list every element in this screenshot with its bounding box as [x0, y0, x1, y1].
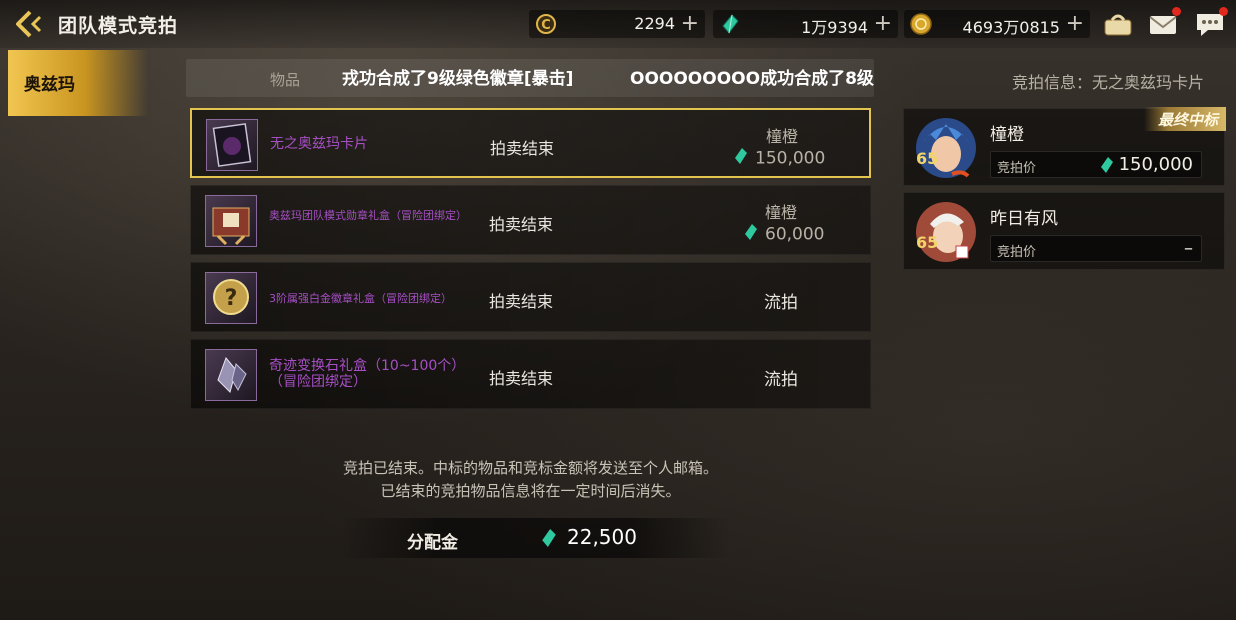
- gold-coin-icon: [910, 13, 932, 35]
- chat-notification-dot: [1219, 7, 1228, 16]
- header-item-column: 物品: [270, 71, 301, 89]
- bidder-card: 65 昨日有风 竞拍价 –: [903, 192, 1225, 270]
- auction-row[interactable]: 奥兹玛团队模式勋章礼盒（冒险团绑定） 拍卖结束 橦橙 60,000: [190, 185, 871, 255]
- avatar: [912, 114, 980, 182]
- avatar: [912, 198, 980, 266]
- auction-row[interactable]: 奇迹变换石礼盒（10~100个）（冒险团绑定） 拍卖结束 流拍: [190, 339, 871, 409]
- bid-price-box: 竞拍价 150,000: [990, 151, 1202, 178]
- card-item-icon: [206, 119, 258, 171]
- coin-c-icon: C: [535, 13, 557, 35]
- mail-notification-dot: [1172, 7, 1181, 16]
- broadcast-ticker-1: 戎功合成了9级绿色徽章[暴击]: [342, 69, 574, 89]
- page-title: 团队模式竞拍: [58, 15, 179, 37]
- svg-text:C: C: [541, 18, 551, 33]
- currency-coin: C 2294 +: [529, 10, 705, 38]
- auction-ended-message-2: 已结束的竞拍物品信息将在一定时间后消失。: [380, 482, 681, 500]
- auction-info-label: 竞拍信息：无之奥兹玛卡片: [1012, 73, 1205, 92]
- gem-icon: [540, 527, 558, 553]
- chat-icon[interactable]: [1194, 7, 1228, 39]
- add-gold-button[interactable]: +: [1066, 10, 1084, 38]
- bag-icon[interactable]: [1102, 9, 1134, 39]
- add-coin-button[interactable]: +: [681, 10, 699, 38]
- mail-icon[interactable]: [1147, 7, 1181, 39]
- mystery-box-icon: ?: [205, 272, 257, 324]
- auction-row[interactable]: ? 3阶属强白金徽章礼盒（冒险团绑定） 拍卖结束 流拍: [190, 262, 871, 332]
- distribution-bar: 分配金 22,500: [340, 518, 730, 558]
- top-bar: 团队模式竞拍 C 2294 + 1万9394 + 4693万0815 +: [0, 0, 1236, 48]
- auction-row[interactable]: 无之奥兹玛卡片 拍卖结束 橦橙 150,000: [190, 108, 871, 178]
- gem-icon: [719, 13, 741, 35]
- bidder-card: 65 橦橙 竞拍价 150,000 最终中标: [903, 107, 1226, 186]
- currency-gem: 1万9394 +: [713, 10, 898, 38]
- back-arrow-icon[interactable]: [14, 9, 48, 39]
- final-winner-badge: 最终中标: [1144, 107, 1226, 131]
- broadcast-ticker-2: OOOOOOOOO成功合成了8级绿色: [630, 69, 874, 89]
- list-header: 物品 戎功合成了9级绿色徽章[暴击] OOOOOOOOO成功合成了8级绿色: [186, 59, 874, 97]
- svg-text:?: ?: [225, 286, 238, 311]
- gem-icon: [733, 147, 749, 170]
- medal-box-icon: [205, 195, 257, 247]
- add-gem-button[interactable]: +: [874, 10, 892, 38]
- currency-gold: 4693万0815 +: [904, 10, 1090, 38]
- crystal-box-icon: [205, 349, 257, 401]
- gem-icon: [1099, 156, 1115, 178]
- tab-ozma[interactable]: 奥兹玛: [8, 50, 148, 116]
- auction-ended-message: 竞拍已结束。中标的物品和竞标金额将发送至个人邮箱。: [342, 459, 718, 477]
- gem-icon: [743, 223, 759, 246]
- bid-price-box: 竞拍价 –: [990, 235, 1202, 262]
